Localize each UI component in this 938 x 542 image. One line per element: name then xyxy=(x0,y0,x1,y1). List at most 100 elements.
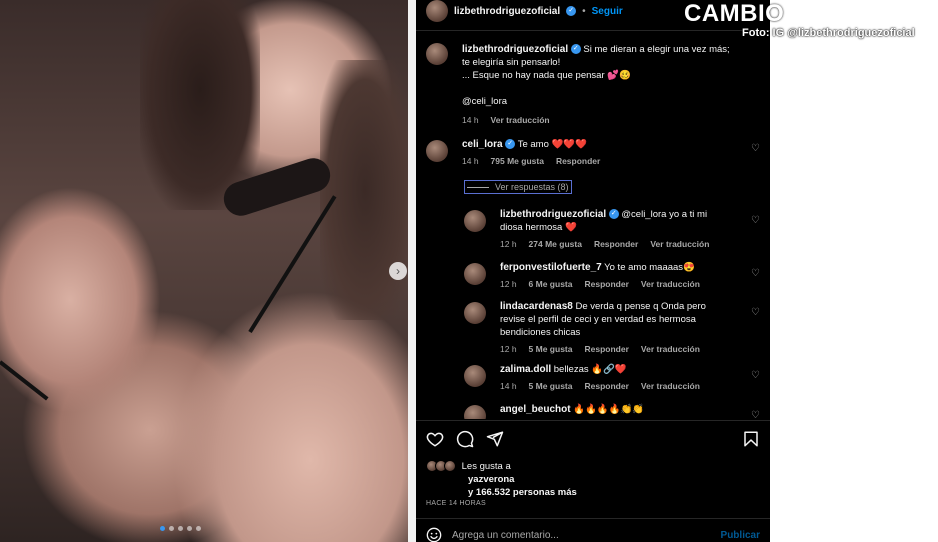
avatar[interactable] xyxy=(464,405,486,419)
comment-username[interactable]: zalima.doll xyxy=(500,364,551,375)
photo-shape xyxy=(0,360,49,401)
avatar xyxy=(444,460,456,473)
comment-time: 12 h xyxy=(500,344,517,354)
comment-username[interactable]: angel_beuchot xyxy=(500,404,571,415)
view-replies-button[interactable]: Ver respuestas (8) xyxy=(464,180,572,194)
comment-text: 🔥🔥🔥🔥👏👏 xyxy=(573,404,645,415)
comment-likes[interactable]: 6 Me gusta xyxy=(529,278,573,291)
brand-logo: CAMBIO xyxy=(684,0,804,28)
share-icon[interactable] xyxy=(486,430,504,448)
comment-likes[interactable]: 274 Me gusta xyxy=(529,238,582,251)
comment-text: Yo te amo maaaas😍 xyxy=(604,262,695,273)
heart-icon[interactable]: ♡ xyxy=(751,214,760,227)
separator-dot: • xyxy=(582,5,586,17)
view-replies-label: Ver respuestas (8) xyxy=(495,182,569,192)
heart-icon[interactable]: ♡ xyxy=(751,267,760,280)
verified-icon: ✓ xyxy=(608,209,619,220)
avatar[interactable] xyxy=(464,210,486,232)
comment-username[interactable]: lindacardenas8 xyxy=(500,301,573,312)
avatar[interactable] xyxy=(464,263,486,285)
comment-likes[interactable]: 5 Me gusta xyxy=(529,380,573,393)
translate-link[interactable]: Ver traducción xyxy=(641,278,700,291)
heart-icon[interactable]: ♡ xyxy=(751,409,760,419)
comment-input[interactable] xyxy=(452,529,711,541)
reply-link[interactable]: Responder xyxy=(584,343,628,356)
comment-text: bendiciones chicas xyxy=(500,327,581,338)
add-comment-bar: Publicar xyxy=(426,527,760,542)
translate-link[interactable]: Ver traducción xyxy=(491,114,550,127)
heart-icon[interactable] xyxy=(426,430,444,448)
liker-name[interactable]: yazverona xyxy=(468,474,514,485)
divider xyxy=(416,420,770,421)
carousel-dot xyxy=(187,526,192,531)
comment-likes[interactable]: 795 Me gusta xyxy=(491,155,544,168)
comment-time: 14 h xyxy=(500,381,517,391)
action-bar xyxy=(426,430,760,448)
caption-text: Si me dieran a elegir una vez más; xyxy=(583,44,730,55)
post-username[interactable]: lizbethrodriguezoficial xyxy=(454,6,560,17)
comment-text: bellezas 🔥🔗❤️ xyxy=(553,364,627,375)
post-time: HACE 14 HORAS xyxy=(426,500,486,507)
avatar[interactable] xyxy=(464,302,486,324)
post-photo xyxy=(0,0,408,542)
caption-mention[interactable]: @celi_lora xyxy=(462,95,760,108)
comment-time: 12 h xyxy=(500,279,517,289)
carousel-dot xyxy=(169,526,174,531)
avatar[interactable] xyxy=(464,365,486,387)
caption-username[interactable]: lizbethrodriguezoficial xyxy=(462,44,568,55)
heart-icon[interactable]: ♡ xyxy=(751,142,760,155)
caption-text xyxy=(462,82,760,95)
comment-text: revise el perfil de ceci y en verdad es … xyxy=(500,314,696,325)
comment-text: De verda q pense q Onda pero xyxy=(575,301,706,312)
likes-count[interactable]: y 166.532 personas más xyxy=(468,487,577,498)
comment-username[interactable]: ferponvestilofuerte_7 xyxy=(500,262,602,273)
follow-button[interactable]: Seguir xyxy=(592,6,623,17)
carousel-dots xyxy=(160,526,201,531)
divider xyxy=(416,30,770,31)
comment-text: diosa hermosa ❤️ xyxy=(500,222,577,233)
carousel-dot xyxy=(196,526,201,531)
divider xyxy=(408,0,416,542)
avatar[interactable] xyxy=(426,140,448,162)
avatar[interactable] xyxy=(426,43,448,65)
comment-username[interactable]: lizbethrodriguezoficial xyxy=(500,209,606,220)
divider xyxy=(467,186,489,188)
translate-link[interactable]: Ver traducción xyxy=(641,343,700,356)
photo-shape xyxy=(140,0,260,210)
avatar[interactable] xyxy=(426,0,448,22)
chevron-right-icon[interactable]: › xyxy=(389,262,407,280)
verified-icon: ✓ xyxy=(566,6,577,16)
comment-time: 12 h xyxy=(500,239,517,249)
comment-icon[interactable] xyxy=(456,430,474,448)
divider xyxy=(416,518,770,519)
liker-avatars xyxy=(426,460,456,473)
comment-username[interactable]: celi_lora xyxy=(462,139,503,150)
comment-time: 14 h xyxy=(462,156,479,166)
reply-link[interactable]: Responder xyxy=(556,155,600,168)
heart-icon[interactable]: ♡ xyxy=(751,306,760,319)
cambio-logo: CAMBIO xyxy=(684,0,785,27)
heart-icon[interactable]: ♡ xyxy=(751,369,760,382)
likes-summary: Les gusta a yazverona y 166.532 personas… xyxy=(426,460,577,499)
reply: angel_beuchot 🔥🔥🔥🔥👏👏 ♡ xyxy=(416,403,770,419)
bookmark-icon[interactable] xyxy=(742,430,760,448)
comment-time: 14 h xyxy=(462,115,479,125)
emoji-icon[interactable] xyxy=(426,527,442,542)
photo-credit: Foto: IG @lizbethrodriguezoficial xyxy=(742,27,915,39)
caption-text: ... Esque no hay nada que pensar 💕🥴 xyxy=(462,70,631,81)
reply-link[interactable]: Responder xyxy=(584,380,628,393)
instagram-panel: lizbethrodriguezoficial ✓ • Seguir lizbe… xyxy=(416,0,770,542)
comment-text: Te amo ❤️❤️❤️ xyxy=(517,139,587,150)
reply-link[interactable]: Responder xyxy=(584,278,628,291)
caption-text: te elegiría sin pensarlo! xyxy=(462,57,561,68)
verified-icon: ✓ xyxy=(505,139,516,150)
photo-shape xyxy=(320,60,408,320)
translate-link[interactable]: Ver traducción xyxy=(650,238,709,251)
reply-link[interactable]: Responder xyxy=(594,238,638,251)
publish-button[interactable]: Publicar xyxy=(721,530,760,541)
carousel-dot xyxy=(178,526,183,531)
translate-link[interactable]: Ver traducción xyxy=(641,380,700,393)
likes-label: Les gusta a xyxy=(461,461,511,472)
post-header: lizbethrodriguezoficial ✓ • Seguir xyxy=(426,0,623,22)
comment-likes[interactable]: 5 Me gusta xyxy=(529,343,573,356)
